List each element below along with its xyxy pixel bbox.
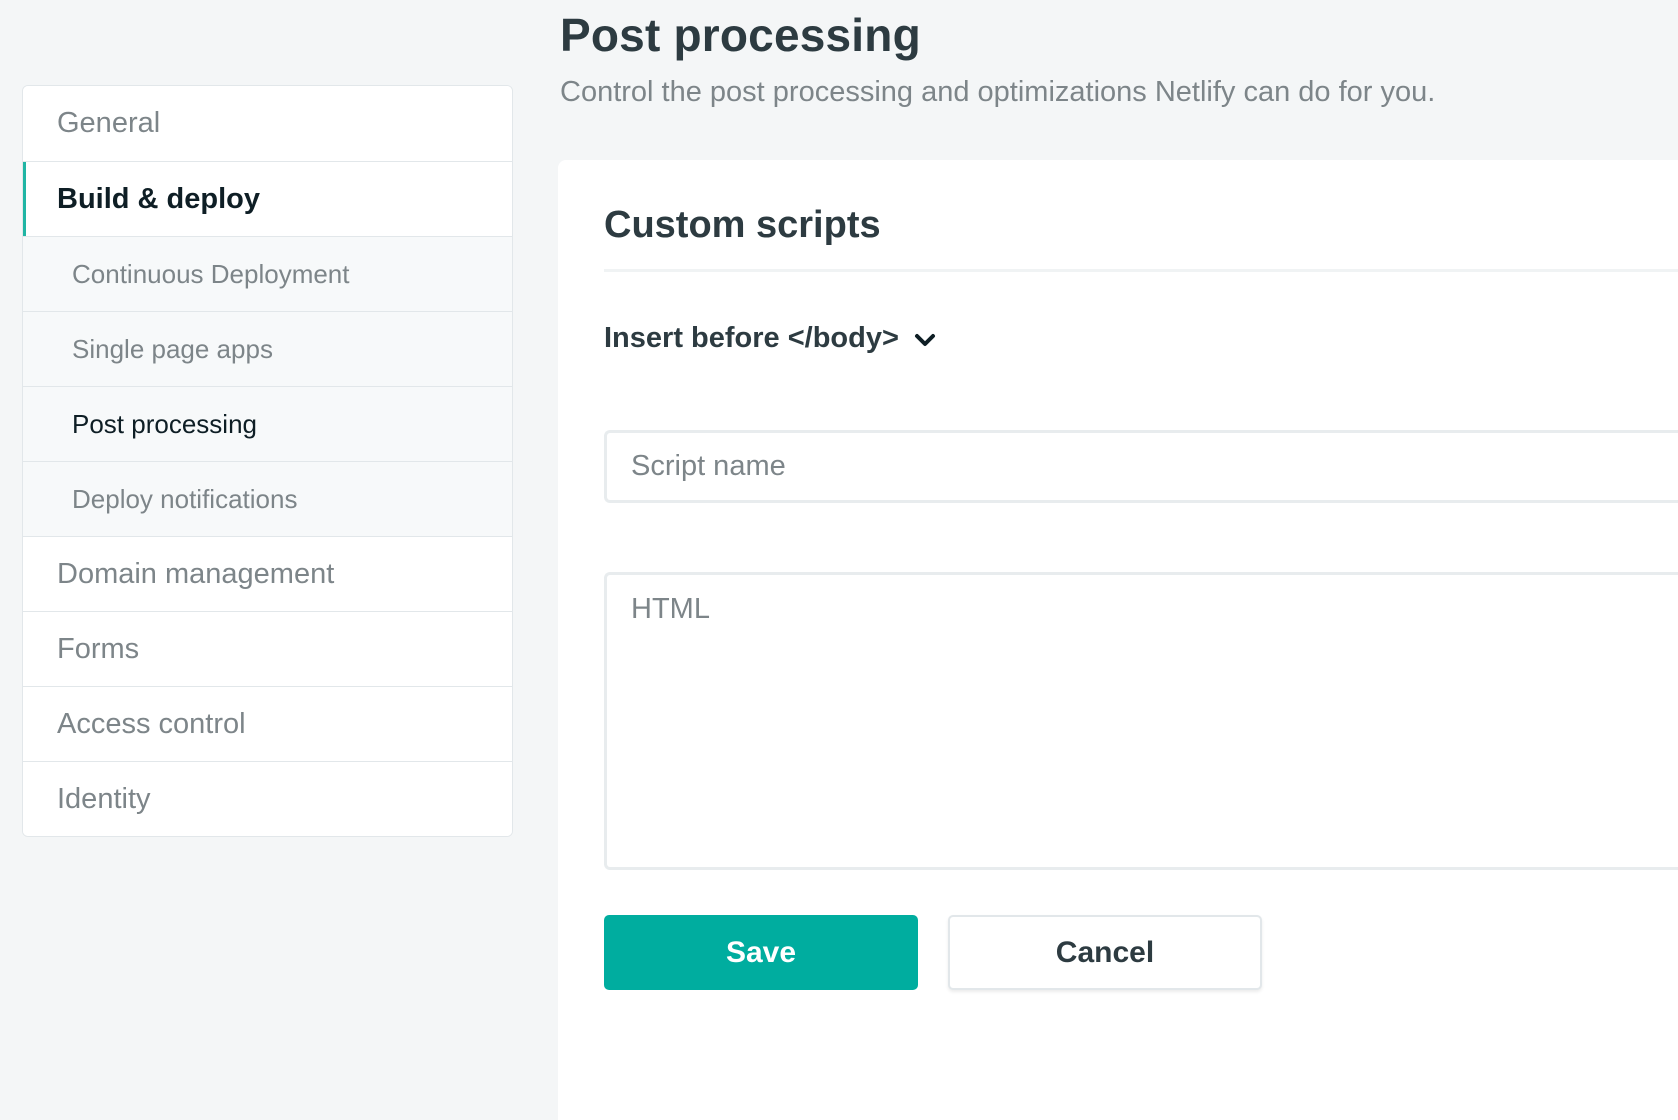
sidebar-subitem-continuous-deployment[interactable]: Continuous Deployment <box>23 236 512 311</box>
sidebar-item-domain-management[interactable]: Domain management <box>23 536 512 611</box>
sidebar-subitem-post-processing[interactable]: Post processing <box>23 386 512 461</box>
card-divider <box>604 269 1678 272</box>
sidebar-subitem-single-page-apps[interactable]: Single page apps <box>23 311 512 386</box>
card-title: Custom scripts <box>604 204 881 246</box>
settings-sidebar: General Build & deploy Continuous Deploy… <box>22 85 513 837</box>
sidebar-subitem-deploy-notifications[interactable]: Deploy notifications <box>23 461 512 536</box>
insert-position-dropdown[interactable]: Insert before </body> <box>604 322 937 355</box>
script-name-input[interactable] <box>604 430 1678 503</box>
html-textarea[interactable] <box>604 572 1678 870</box>
sidebar-item-access-control[interactable]: Access control <box>23 686 512 761</box>
cancel-button[interactable]: Cancel <box>948 915 1262 990</box>
sidebar-item-build-deploy[interactable]: Build & deploy <box>23 161 512 236</box>
sidebar-item-general[interactable]: General <box>23 86 512 161</box>
save-button[interactable]: Save <box>604 915 918 990</box>
sidebar-item-identity[interactable]: Identity <box>23 761 512 836</box>
custom-scripts-card: Custom scripts Insert before </body> Sav… <box>558 160 1678 1120</box>
page-subtitle: Control the post processing and optimiza… <box>560 76 1436 108</box>
sidebar-item-forms[interactable]: Forms <box>23 611 512 686</box>
chevron-down-icon <box>913 327 937 351</box>
page-title: Post processing <box>560 9 921 61</box>
dropdown-selected-value: Insert before </body> <box>604 322 899 354</box>
